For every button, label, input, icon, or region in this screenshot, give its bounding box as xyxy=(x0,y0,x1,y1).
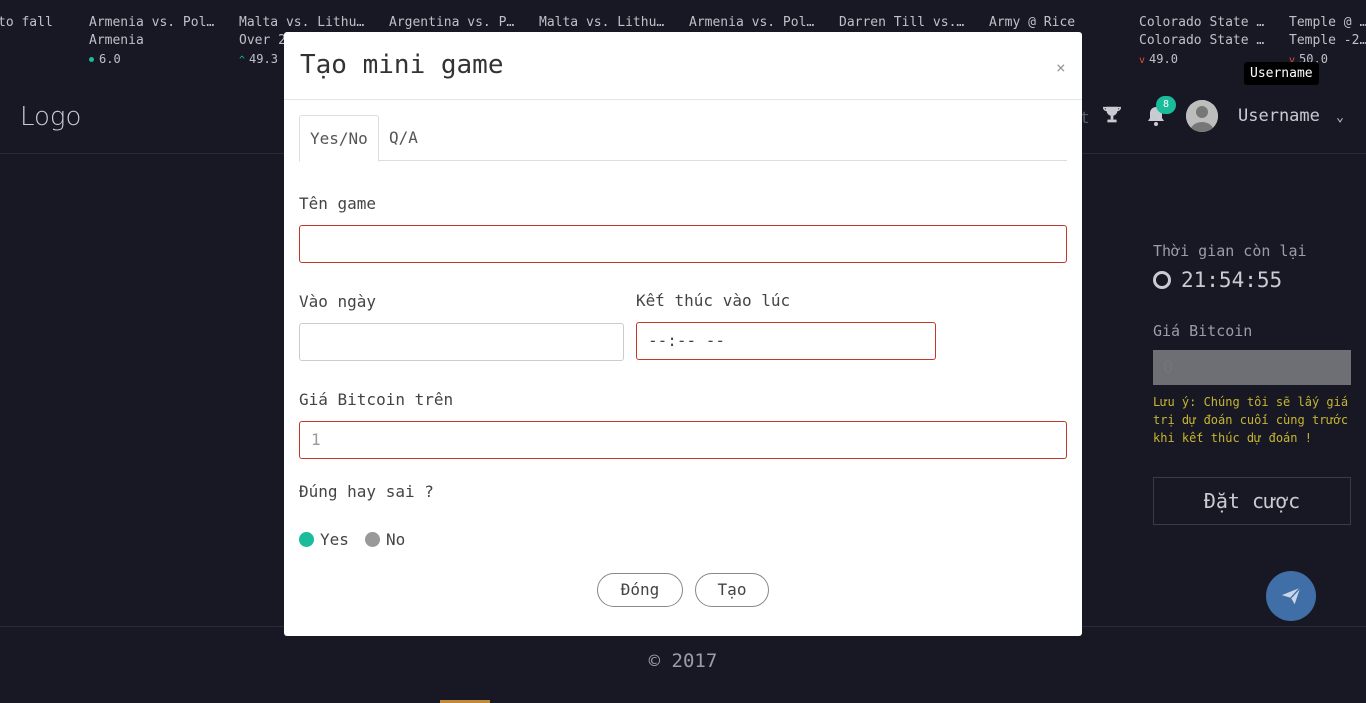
modal-header: Tạo mini game × xyxy=(284,32,1082,100)
create-button[interactable]: Tạo xyxy=(695,573,769,607)
end-time-input[interactable]: --:-- -- xyxy=(636,322,936,360)
create-minigame-modal: Tạo mini game × Yes/No Q/A Tên game Vào … xyxy=(284,32,1082,636)
radio-yes[interactable]: Yes xyxy=(299,530,349,549)
radio-selected-icon xyxy=(299,532,314,547)
yes-no-label: Đúng hay sai ? xyxy=(299,482,434,501)
date-input[interactable] xyxy=(299,323,624,361)
game-name-input[interactable] xyxy=(299,225,1067,263)
bitcoin-above-label: Giá Bitcoin trên xyxy=(299,390,454,409)
radio-unselected-icon xyxy=(365,532,380,547)
bitcoin-above-input[interactable]: 1 xyxy=(299,421,1067,459)
date-label: Vào ngày xyxy=(299,292,377,311)
tab-yes-no[interactable]: Yes/No xyxy=(299,115,379,162)
radio-no[interactable]: No xyxy=(365,530,405,549)
radio-no-label: No xyxy=(386,530,406,549)
game-type-tabs: Yes/No Q/A xyxy=(299,115,1067,162)
game-name-label: Tên game xyxy=(299,194,377,213)
radio-yes-label: Yes xyxy=(320,530,349,549)
modal-title: Tạo mini game xyxy=(300,50,504,80)
close-icon[interactable]: × xyxy=(1056,58,1066,77)
end-time-label: Kết thúc vào lúc xyxy=(636,291,791,310)
tab-q-a[interactable]: Q/A xyxy=(379,115,428,161)
close-button[interactable]: Đóng xyxy=(597,573,683,607)
